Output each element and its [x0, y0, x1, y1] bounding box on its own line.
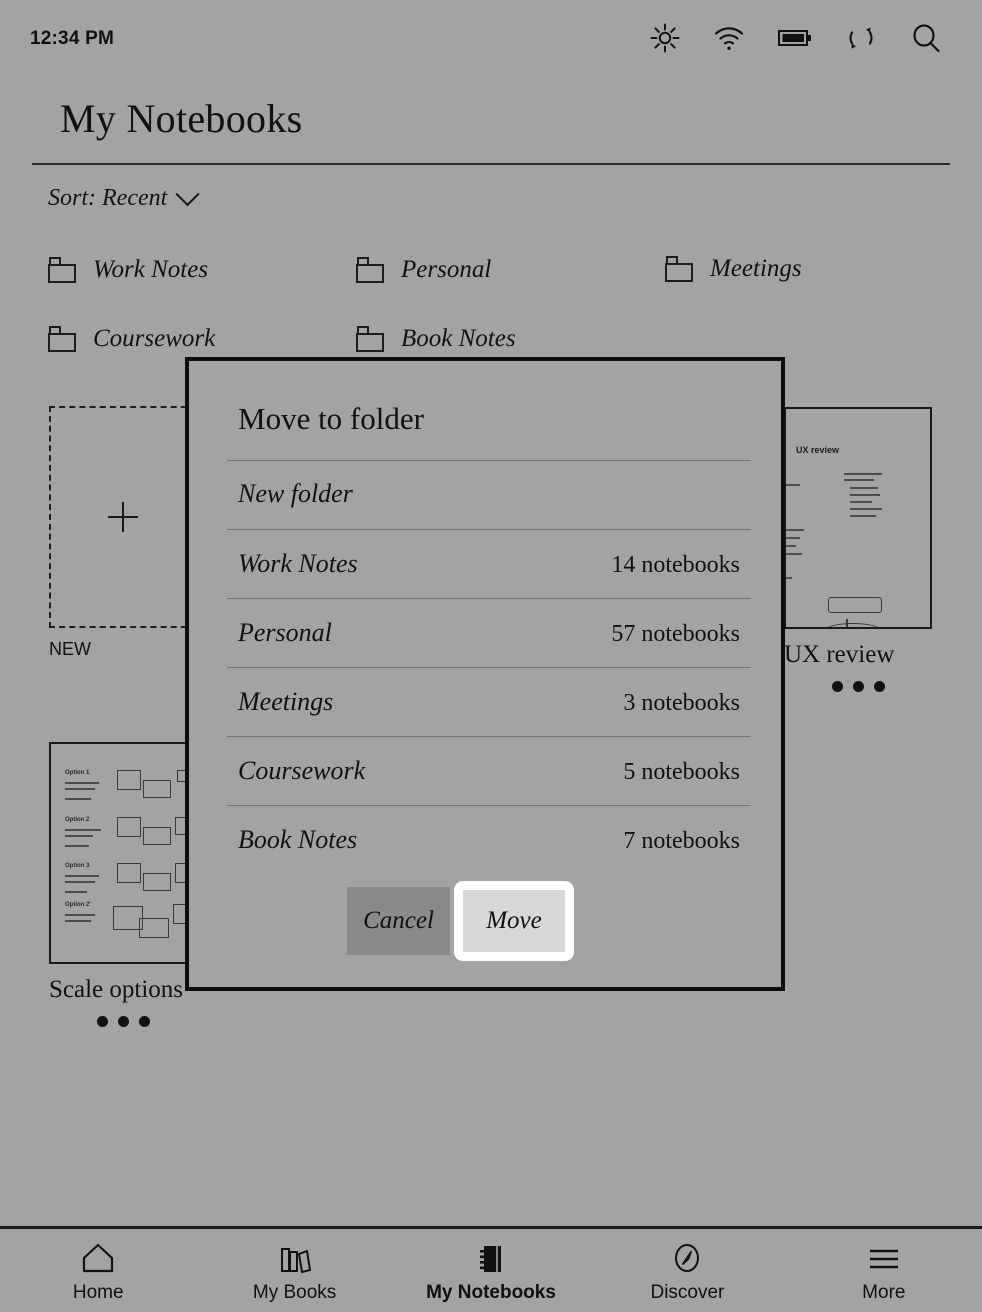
nav-item-more[interactable]: More	[786, 1237, 982, 1304]
nav-label: My Notebooks	[426, 1282, 556, 1303]
dialog-option-book-notes[interactable]: Book Notes 7 notebooks	[238, 825, 740, 855]
status-time: 12:34 PM	[30, 28, 114, 49]
option-count: 7 notebooks	[623, 828, 740, 854]
home-icon	[80, 1241, 116, 1275]
option-count: 14 notebooks	[611, 552, 740, 578]
page-title: My Notebooks	[60, 96, 303, 141]
dialog-divider	[227, 667, 751, 668]
folder-item-work-notes[interactable]: Work Notes	[48, 256, 208, 284]
dialog-option-meetings[interactable]: Meetings 3 notebooks	[238, 687, 740, 717]
folder-label: Meetings	[710, 255, 802, 282]
nav-item-my-books[interactable]: My Books	[196, 1237, 392, 1304]
option-label: Coursework	[238, 756, 366, 785]
cancel-button[interactable]: Cancel	[347, 887, 450, 955]
dialog-divider	[227, 805, 751, 806]
sort-label: Sort: Recent	[48, 185, 168, 211]
new-notebook-label: NEW	[49, 639, 91, 659]
sync-icon[interactable]	[845, 22, 877, 59]
folder-item-book-notes[interactable]: Book Notes	[356, 325, 516, 353]
folder-label: Work Notes	[93, 256, 209, 283]
move-button[interactable]: Move	[463, 890, 565, 952]
status-icon-group	[650, 22, 942, 59]
search-icon[interactable]	[910, 22, 942, 59]
nav-item-my-notebooks[interactable]: My Notebooks	[393, 1237, 589, 1304]
thumb-row-label: Option 3	[65, 863, 90, 869]
compass-icon	[669, 1241, 705, 1275]
folder-item-meetings[interactable]: Meetings	[665, 255, 802, 283]
notebook-icon	[473, 1241, 509, 1275]
option-count: 57 notebooks	[611, 621, 740, 647]
folder-label: Coursework	[93, 325, 216, 352]
dialog-divider	[227, 736, 751, 737]
dialog-option-coursework[interactable]: Coursework 5 notebooks	[238, 756, 740, 786]
folder-item-coursework[interactable]: Coursework	[48, 325, 215, 353]
notebook-card-ux-review[interactable]: UX review UX review	[784, 407, 932, 692]
folder-icon	[665, 256, 695, 282]
option-label: Book Notes	[238, 825, 358, 854]
wifi-icon[interactable]	[713, 24, 745, 57]
new-notebook-dropzone[interactable]	[49, 406, 197, 628]
option-count: 3 notebooks	[623, 690, 740, 716]
nav-label: More	[862, 1282, 906, 1303]
folder-label: Personal	[401, 256, 492, 283]
move-button-focus-ring: Move	[454, 881, 574, 961]
folder-icon	[356, 326, 386, 352]
card-more-options[interactable]	[784, 681, 932, 692]
nav-label: Discover	[650, 1282, 725, 1303]
folder-icon	[356, 257, 386, 283]
option-label: Work Notes	[238, 549, 358, 578]
option-label: Meetings	[238, 687, 334, 716]
dialog-divider	[227, 460, 751, 461]
e-reader-screen: 12:34 PM My Notebooks Sort: Recent Work …	[0, 0, 982, 1312]
dialog-divider	[227, 598, 751, 599]
option-label: Personal	[238, 618, 332, 647]
notebook-card-label: UX review	[784, 641, 895, 668]
battery-icon	[778, 28, 812, 53]
thumb-row-label: Option 2'	[65, 902, 91, 908]
chevron-down-icon	[175, 182, 200, 207]
dialog-option-work-notes[interactable]: Work Notes 14 notebooks	[238, 549, 740, 579]
title-divider	[32, 163, 950, 165]
dialog-divider	[227, 529, 751, 530]
hamburger-icon	[866, 1241, 902, 1275]
folder-label: Book Notes	[401, 325, 516, 352]
bottom-navigation: Home My Books My Notebooks Discover More	[0, 1226, 982, 1312]
notebook-thumbnail[interactable]: UX review	[784, 407, 932, 629]
dialog-option-new-folder[interactable]: New folder	[238, 479, 740, 509]
folder-icon	[48, 326, 78, 352]
nav-item-discover[interactable]: Discover	[589, 1237, 785, 1304]
books-icon	[277, 1241, 313, 1275]
option-count: 5 notebooks	[623, 759, 740, 785]
thumb-row-label: Option 2	[65, 817, 90, 823]
option-label: New folder	[238, 479, 353, 508]
new-notebook-card[interactable]: NEW	[49, 406, 197, 660]
nav-label: Home	[72, 1282, 124, 1303]
status-bar: 12:34 PM	[0, 0, 982, 82]
thumbnail-heading: UX review	[796, 445, 840, 455]
folder-icon	[48, 257, 78, 283]
nav-label: My Books	[252, 1282, 337, 1303]
nav-item-home[interactable]: Home	[0, 1237, 196, 1304]
thumb-row-label: Option 1	[65, 770, 90, 776]
dialog-option-personal[interactable]: Personal 57 notebooks	[238, 618, 740, 648]
sort-control[interactable]: Sort: Recent	[48, 182, 200, 212]
brightness-icon[interactable]	[650, 23, 680, 58]
dialog-title: Move to folder	[238, 401, 424, 436]
plus-icon	[108, 502, 138, 532]
card-more-options[interactable]	[49, 1016, 197, 1027]
folder-item-personal[interactable]: Personal	[356, 256, 491, 284]
